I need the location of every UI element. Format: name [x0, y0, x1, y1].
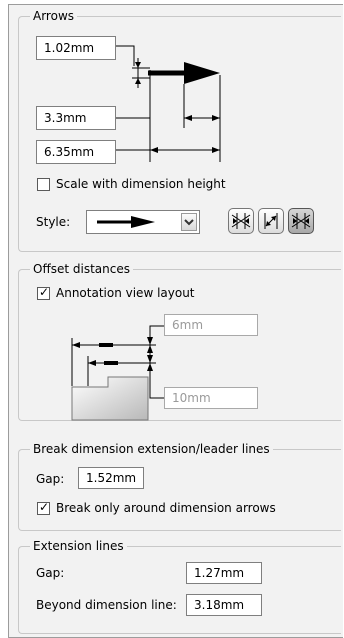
break-around-arrows-label: Break only around dimension arrows: [56, 501, 276, 515]
arrows-options-panel: Arrows 1.02mm 3.3mm 6.35mm Scale with di…: [0, 0, 344, 638]
beyond-dimension-line-label: Beyond dimension line:: [36, 598, 177, 612]
beyond-dimension-line-field[interactable]: 3.18mm: [186, 594, 262, 616]
extension-gap-field[interactable]: 1.27mm: [186, 562, 262, 584]
extension-lines-group-title: Extension lines: [30, 539, 127, 553]
checkmark-icon: ✓: [39, 500, 50, 514]
extension-lines-group: [18, 546, 341, 634]
break-around-arrows-checkbox[interactable]: ✓: [37, 500, 50, 515]
break-gap-field[interactable]: 1.52mm: [78, 467, 144, 489]
break-gap-label: Gap:: [36, 472, 65, 486]
offset-distance-2-field[interactable]: 10mm: [164, 387, 258, 409]
break-lines-group-title: Break dimension extension/leader lines: [30, 442, 273, 456]
offset-distance-1-field[interactable]: 6mm: [164, 314, 258, 336]
break-lines-group: [18, 449, 341, 531]
extension-gap-label: Gap:: [36, 566, 65, 580]
